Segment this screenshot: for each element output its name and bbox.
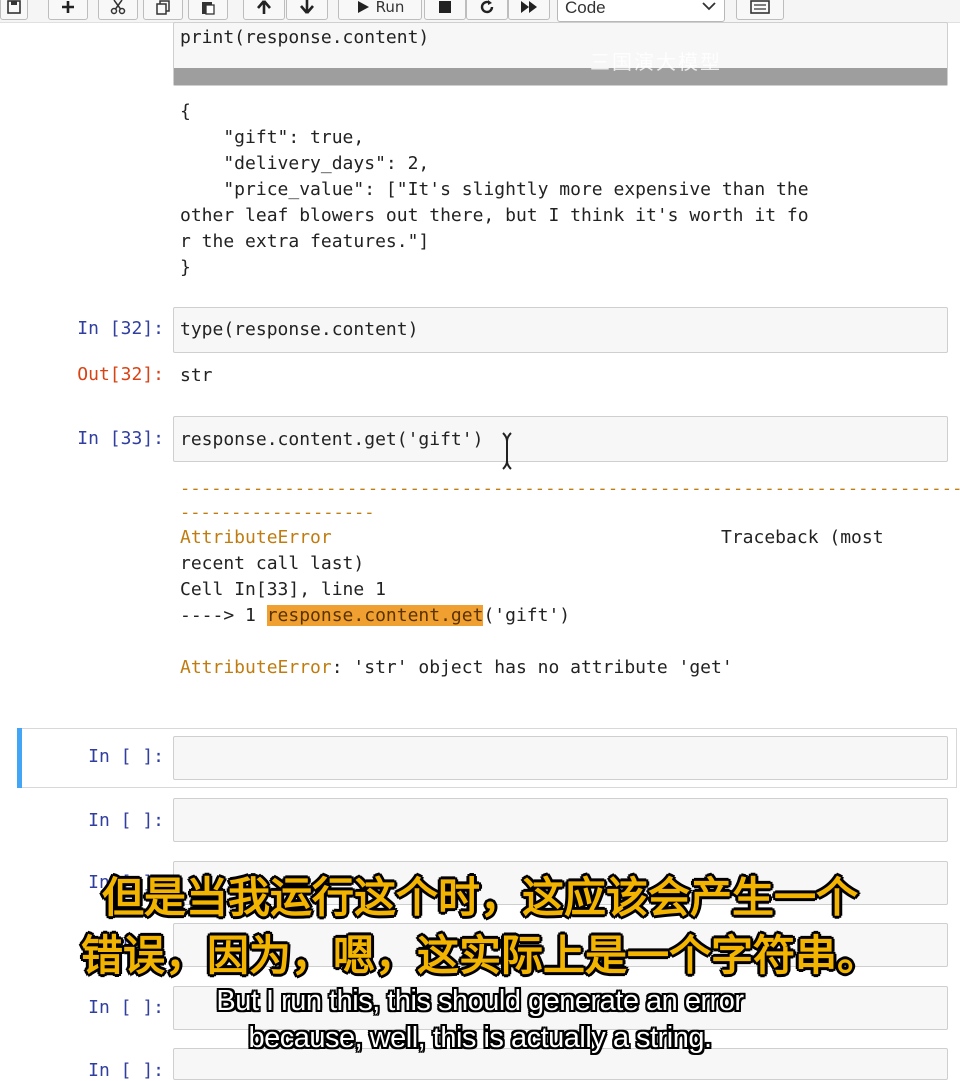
refresh-icon xyxy=(480,0,494,14)
keyboard-icon xyxy=(750,0,770,14)
traceback-cell-ref: Cell In[33], line 1 xyxy=(180,577,386,603)
cut-button[interactable] xyxy=(98,0,138,20)
highlighted-code: response.content.get xyxy=(266,605,484,626)
traceback-code-line: ----> 1 response.content.get('gift') xyxy=(180,603,570,629)
code-cell-input[interactable] xyxy=(173,736,948,780)
save-button[interactable] xyxy=(0,0,28,20)
subtitle-en-line1: But I run this, this should generate an … xyxy=(216,985,744,1017)
input-prompt: In [ ]: xyxy=(88,1060,164,1081)
subtitle-cn-line2: 错误，因为，嗯，这实际上是一个字符串。 xyxy=(80,931,879,980)
scissors-icon xyxy=(110,0,126,15)
stop-icon xyxy=(439,1,451,13)
cell-word: Cell xyxy=(180,579,235,600)
plus-icon xyxy=(62,1,74,13)
copy-icon xyxy=(156,0,170,15)
output-line: "gift": true, xyxy=(180,127,365,148)
code-line: type(response.content) xyxy=(180,319,419,340)
code-rest: ('gift') xyxy=(483,605,571,626)
code-line: response.content.get('gift') xyxy=(180,429,484,450)
error-type: AttributeError xyxy=(180,527,332,548)
input-prompt: In [32]: xyxy=(77,318,164,339)
output-line: "price_value": ["It's slightly more expe… xyxy=(180,179,809,200)
watermark-text: 三国演大模型 xyxy=(590,50,722,74)
text-cursor-icon xyxy=(502,432,512,470)
arrow-up-icon xyxy=(257,0,271,14)
move-down-button[interactable] xyxy=(286,0,328,20)
output-line: { xyxy=(180,101,191,122)
run-label: Run xyxy=(375,0,405,16)
cell-link: In[33], line 1 xyxy=(234,579,386,600)
error-detail: : 'str' object has no attribute 'get' xyxy=(331,657,733,678)
selection-indicator xyxy=(17,728,22,788)
move-up-button[interactable] xyxy=(243,0,285,20)
traceback-label: Traceback (most xyxy=(721,527,884,548)
traceback-line: recent call last) xyxy=(180,553,365,574)
output-line: other leaf blowers out there, but I thin… xyxy=(180,205,809,226)
input-prompt: In [ ]: xyxy=(88,746,164,767)
paste-button[interactable] xyxy=(188,0,228,20)
output-value: str xyxy=(180,365,213,386)
run-button[interactable]: Run xyxy=(338,0,422,20)
error-message: AttributeError: 'str' object has no attr… xyxy=(180,655,733,681)
cell-type-value: Code xyxy=(565,0,606,17)
restart-run-all-button[interactable] xyxy=(508,0,550,20)
code-cell-input[interactable] xyxy=(173,798,948,842)
chevron-down-icon xyxy=(702,2,716,11)
clipboard-icon xyxy=(202,2,215,15)
arrow-down-icon xyxy=(300,0,314,14)
arrow-marker: ----> 1 xyxy=(180,605,267,626)
error-name: AttributeError xyxy=(180,657,332,678)
code-line: print(response.content) xyxy=(180,27,430,48)
subtitle-en-line2: because, well, this is actually a string… xyxy=(248,1022,712,1054)
output-prompt: Out[32]: xyxy=(77,364,164,385)
output-line: } xyxy=(180,257,191,278)
play-icon xyxy=(357,1,369,13)
command-palette-button[interactable] xyxy=(736,0,784,20)
subtitle-cn-line1: 但是当我运行这个时，这应该会产生一个 xyxy=(101,873,858,922)
cell-type-select[interactable]: Code xyxy=(557,0,725,22)
output-line: "delivery_days": 2, xyxy=(180,153,430,174)
insert-cell-button[interactable] xyxy=(48,0,88,20)
output-line: r the extra features."] xyxy=(180,231,430,252)
input-prompt: In [33]: xyxy=(77,428,164,449)
interrupt-button[interactable] xyxy=(424,0,466,20)
input-prompt: In [ ]: xyxy=(88,810,164,831)
scrollbar-track[interactable] xyxy=(174,68,947,85)
notebook-toolbar: Run Code xyxy=(0,0,960,23)
fast-forward-icon xyxy=(521,1,537,13)
copy-button[interactable] xyxy=(143,0,183,20)
restart-button[interactable] xyxy=(466,0,508,20)
traceback-separator: ----------------------------------------… xyxy=(180,479,960,499)
floppy-disk-icon xyxy=(7,0,21,14)
traceback-separator: ------------------- xyxy=(180,503,375,523)
